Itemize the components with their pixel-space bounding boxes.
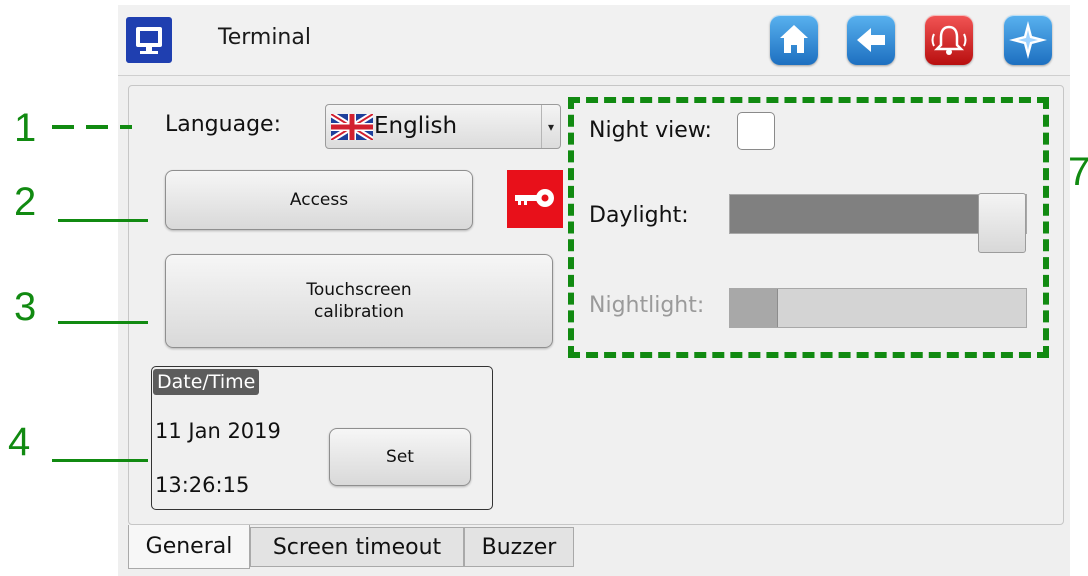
time-value: 13:26:15 (155, 473, 250, 497)
tab-general[interactable]: General (128, 525, 250, 569)
title-bar: Terminal (118, 5, 1070, 76)
annotation-number-2: 2 (14, 180, 37, 224)
language-label: Language: (165, 112, 281, 137)
set-label: Set (386, 447, 414, 467)
home-button[interactable] (770, 15, 818, 65)
tab-screen-timeout[interactable]: Screen timeout (250, 527, 464, 567)
language-value: English (374, 113, 458, 139)
annotation-line-1 (52, 125, 132, 129)
language-select[interactable]: English ▾ (325, 104, 561, 149)
annotation-line-3 (58, 321, 148, 324)
access-button[interactable]: Access (165, 170, 473, 230)
access-label: Access (289, 190, 349, 210)
annotation-line-4 (52, 459, 148, 462)
annotation-number-7: 7 (1068, 150, 1088, 194)
window-title: Terminal (218, 25, 311, 50)
tab-buzzer-label: Buzzer (481, 534, 557, 560)
datetime-title: Date/Time (153, 369, 260, 395)
annotation-box-7 (568, 97, 1049, 358)
monitor-icon (126, 17, 172, 63)
uk-flag-icon (331, 114, 373, 140)
calibration-label-line1: Touchscreen (306, 280, 412, 300)
annotation-line-2 (58, 219, 148, 222)
alarm-bell-icon (931, 25, 967, 55)
compass-button[interactable] (1004, 15, 1052, 65)
chevron-down-icon: ▾ (541, 105, 560, 148)
back-arrow-icon (857, 28, 885, 52)
set-datetime-button[interactable]: Set (329, 428, 471, 486)
compass-icon (1009, 21, 1047, 59)
alarm-button[interactable] (925, 15, 973, 65)
touchscreen-calibration-button[interactable]: Touchscreen calibration (165, 254, 553, 348)
tab-screen-timeout-label: Screen timeout (272, 534, 442, 560)
annotation-number-4: 4 (8, 420, 31, 464)
annotation-number-3: 3 (14, 285, 37, 329)
tab-buzzer[interactable]: Buzzer (464, 527, 574, 567)
calibration-label-line2: calibration (314, 302, 404, 322)
home-icon (780, 25, 808, 53)
back-button[interactable] (847, 15, 895, 65)
key-icon (507, 170, 563, 228)
annotation-number-1: 1 (14, 106, 37, 150)
date-value: 11 Jan 2019 (155, 419, 281, 443)
tab-general-label: General (145, 534, 233, 559)
